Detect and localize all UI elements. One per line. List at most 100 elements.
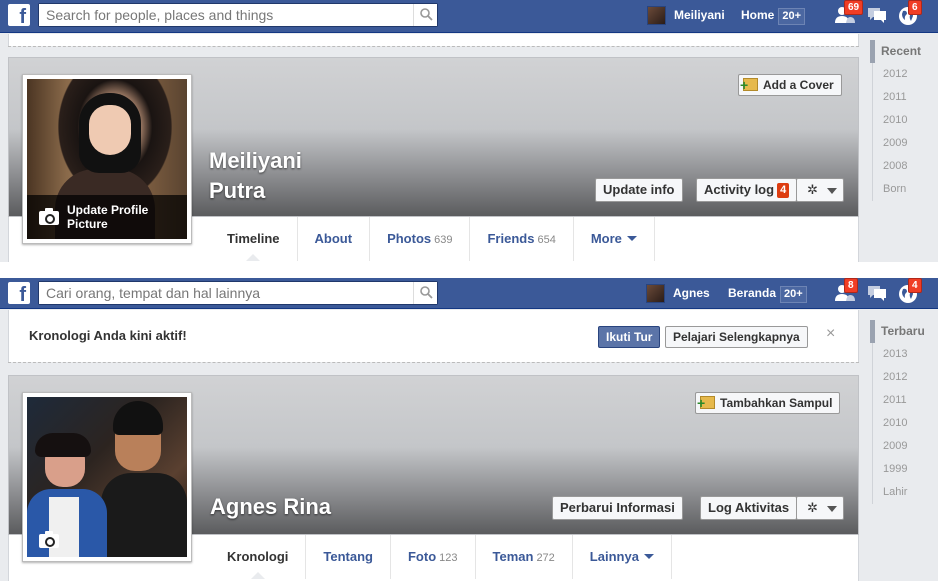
search-icon (420, 286, 433, 299)
user-profile-link[interactable]: Meiliyani (647, 5, 725, 26)
activity-log-button[interactable]: Activity log 4 (696, 178, 798, 202)
scrubber-item-2009[interactable]: 2009 (873, 435, 934, 458)
search-button[interactable] (413, 4, 437, 26)
friends-count: 272 (536, 552, 555, 564)
search-box[interactable] (38, 281, 438, 305)
update-info-button[interactable]: Update info (595, 178, 683, 202)
timeline-scrubber: Terbaru 2013 2012 2011 2010 2009 1999 La… (870, 320, 934, 504)
camera-icon[interactable] (39, 531, 59, 548)
tab-photos[interactable]: Photos 639 (370, 217, 471, 261)
close-icon[interactable]: × (826, 325, 835, 343)
notifications-badge: 6 (908, 0, 922, 15)
search-input[interactable] (39, 282, 411, 304)
settings-dropdown-button[interactable]: ✲ (796, 178, 844, 202)
home-count: 20+ (778, 8, 806, 25)
scrubber-item-1999[interactable]: 1999 (873, 458, 934, 481)
separator (0, 262, 938, 278)
scrubber-item-2011[interactable]: 2011 (873, 86, 934, 109)
add-cover-label: Tambahkan Sampul (720, 396, 833, 410)
take-tour-button[interactable]: Ikuti Tur (598, 326, 661, 348)
tab-friends[interactable]: Friends 654 (470, 217, 574, 261)
scrubber-item-2013[interactable]: 2013 (873, 343, 934, 366)
top-bar: f Meiliyani Home20+ 69 6 (0, 0, 938, 33)
scrubber-item-2009[interactable]: 2009 (873, 132, 934, 155)
update-profile-picture-button[interactable]: Update Profile Picture (27, 195, 187, 239)
scrubber-item-2011[interactable]: 2011 (873, 389, 934, 412)
search-button[interactable] (413, 282, 437, 304)
update-info-button[interactable]: Perbarui Informasi (552, 496, 683, 520)
profile-picture[interactable] (22, 392, 192, 562)
profile-name[interactable]: Meiliyani Putra (209, 146, 302, 206)
timeline-scrubber: Recent 2012 2011 2010 2009 2008 Born (870, 40, 934, 201)
search-input[interactable] (39, 4, 411, 26)
profile-name-last: Putra (209, 178, 266, 203)
search-icon (420, 8, 433, 21)
tab-more[interactable]: More (574, 217, 655, 261)
friends-count: 654 (537, 234, 556, 246)
notifications-jewel[interactable]: 6 (896, 0, 922, 26)
activity-log-button[interactable]: Log Aktivitas (700, 496, 798, 520)
photos-count: 123 (439, 552, 458, 564)
timeline-screenshot-indonesian: f Agnes Beranda20+ 8 4 Kronologi Anda ki… (0, 278, 938, 581)
messages-icon (868, 286, 886, 301)
scrubber-item-born[interactable]: Born (873, 178, 934, 201)
tab-teman[interactable]: Teman 272 (476, 535, 573, 579)
facebook-logo-icon[interactable]: f (8, 4, 30, 26)
tab-foto[interactable]: Foto 123 (391, 535, 476, 579)
profile-tabs: Timeline About Photos 639 Friends 654 More (210, 217, 655, 261)
scrubber-item-recent[interactable]: Terbaru (870, 320, 934, 343)
add-cover-button[interactable]: Add a Cover (738, 74, 842, 96)
profile-photo (27, 397, 187, 557)
notice-text: Kronologi Anda kini aktif! (29, 328, 187, 343)
notifications-badge: 4 (908, 278, 922, 293)
add-photo-icon (697, 396, 715, 409)
user-name: Agnes (673, 286, 710, 300)
user-name: Meiliyani (674, 8, 725, 22)
scrubber-item-2010[interactable]: 2010 (873, 109, 934, 132)
home-link[interactable]: Beranda 20+ (728, 283, 807, 303)
search-box[interactable] (38, 3, 438, 27)
scrubber-item-2012[interactable]: 2012 (873, 366, 934, 389)
profile-picture[interactable]: Update Profile Picture (22, 74, 192, 244)
header-spacer (8, 34, 859, 46)
divider (8, 362, 859, 363)
settings-dropdown-button[interactable]: ✲ (796, 496, 844, 520)
scrubber-item-2008[interactable]: 2008 (873, 155, 934, 178)
add-cover-label: Add a Cover (763, 78, 834, 92)
tab-kronologi[interactable]: Kronologi (210, 535, 307, 579)
top-bar: f Agnes Beranda20+ 8 4 (0, 278, 938, 309)
update-profile-picture-label: Update Profile Picture (67, 203, 149, 231)
add-photo-icon (740, 78, 758, 91)
scrubber-item-2010[interactable]: 2010 (873, 412, 934, 435)
home-label: Home (741, 8, 775, 22)
profile-name[interactable]: Agnes Rina (210, 492, 331, 522)
home-link[interactable]: Home 20+ (741, 5, 806, 25)
facebook-logo-icon[interactable]: f (8, 282, 30, 304)
tab-timeline[interactable]: Timeline (210, 217, 298, 261)
scrubber-item-recent[interactable]: Recent (870, 40, 934, 63)
chevron-down-icon (827, 188, 837, 194)
scrubber-item-born[interactable]: Lahir (873, 481, 934, 504)
add-cover-button[interactable]: Tambahkan Sampul (695, 392, 841, 414)
home-label: Beranda (728, 286, 777, 300)
user-profile-link[interactable]: Agnes (646, 283, 710, 304)
scrubber-item-2012[interactable]: 2012 (873, 63, 934, 86)
tab-tentang[interactable]: Tentang (306, 535, 391, 579)
gear-icon: ✲ (807, 500, 818, 515)
friend-requests-jewel[interactable]: 69 (832, 0, 864, 26)
friend-requests-badge: 8 (844, 278, 858, 293)
camera-icon (39, 208, 59, 225)
divider (8, 46, 859, 47)
messages-jewel[interactable] (864, 282, 888, 304)
tab-lainnya[interactable]: Lainnya (573, 535, 672, 579)
messages-icon (868, 8, 886, 23)
learn-more-button[interactable]: Pelajari Selengkapnya (665, 326, 808, 348)
profile-name-first: Meiliyani (209, 148, 302, 173)
activity-log-count: 4 (777, 183, 790, 198)
timeline-screenshot-english: f Meiliyani Home20+ 69 6 Add a Cover (0, 0, 938, 262)
notifications-jewel[interactable]: 4 (896, 278, 922, 304)
tab-about[interactable]: About (298, 217, 371, 261)
friend-requests-jewel[interactable]: 8 (832, 278, 858, 304)
messages-jewel[interactable] (864, 4, 888, 26)
chevron-down-icon (626, 236, 637, 241)
